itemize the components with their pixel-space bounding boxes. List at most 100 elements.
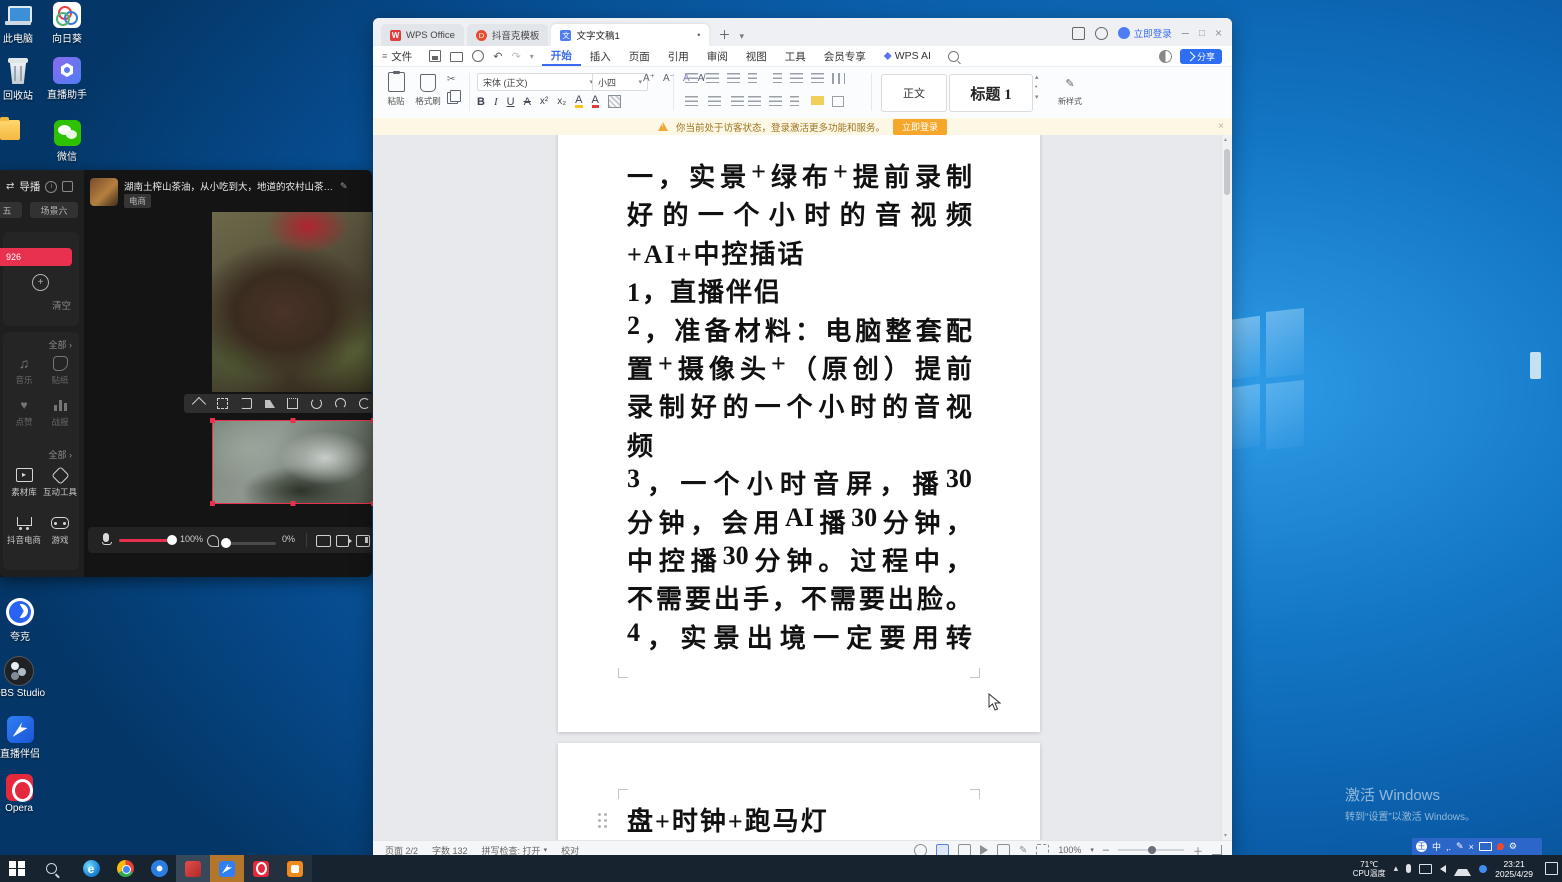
fullscreen-icon[interactable] bbox=[217, 398, 228, 409]
style-body[interactable]: 正文 bbox=[881, 74, 947, 112]
menu-page[interactable]: 页面 bbox=[620, 47, 659, 65]
taskbar-search-icon[interactable] bbox=[34, 855, 68, 882]
panel-toggle-icon[interactable] bbox=[356, 535, 370, 547]
italic-button[interactable]: I bbox=[494, 96, 498, 108]
ime-close-icon[interactable]: × bbox=[1469, 842, 1474, 852]
new-tab-button[interactable]: ＋ bbox=[712, 26, 736, 46]
tray-bluetooth-icon[interactable] bbox=[1479, 865, 1487, 873]
save-icon[interactable] bbox=[429, 50, 441, 62]
notification-center-icon[interactable] bbox=[1545, 862, 1558, 875]
new-style-button[interactable]: ✎ 新样式 bbox=[1053, 74, 1087, 107]
justify-icon[interactable] bbox=[746, 94, 763, 108]
taskbar-opera-icon[interactable] bbox=[244, 855, 278, 882]
underline-button[interactable]: U bbox=[507, 96, 515, 108]
tools-more-bottom[interactable]: 全部 › bbox=[48, 448, 72, 461]
zoom-slider-knob[interactable] bbox=[1148, 846, 1156, 854]
edit-title-icon[interactable]: ✎ bbox=[340, 181, 348, 192]
reset-icon[interactable] bbox=[359, 398, 370, 409]
align-left-icon[interactable] bbox=[683, 94, 700, 108]
ime-punctuation-icon[interactable]: ,. bbox=[1446, 842, 1451, 852]
layer-up-icon[interactable] bbox=[311, 398, 322, 409]
desktop-icon-opera[interactable]: Opera bbox=[0, 774, 48, 814]
ime-pen-icon[interactable]: ✎ bbox=[1456, 841, 1464, 852]
file-menu[interactable]: ≡文件 bbox=[373, 47, 421, 65]
menu-tools[interactable]: 工具 bbox=[776, 47, 815, 65]
menu-review[interactable]: 审阅 bbox=[698, 47, 737, 65]
export-icon[interactable] bbox=[472, 50, 484, 62]
bold-button[interactable]: B bbox=[477, 96, 485, 108]
taskbar-live-companion-icon[interactable] bbox=[210, 855, 244, 882]
tool-sticker[interactable]: 贴纸 bbox=[43, 354, 77, 386]
document-page-1[interactable]: 一，实景+绿布+提前录制 好的一个小时的音视频 +AI+中控插话 1，直播伴侣 … bbox=[558, 135, 1040, 732]
highlight-color-button[interactable]: A bbox=[575, 95, 582, 108]
menu-wps-ai[interactable]: WPS AI bbox=[875, 47, 940, 65]
menu-insert[interactable]: 插入 bbox=[581, 47, 620, 65]
menu-home[interactable]: 开始 bbox=[542, 46, 581, 66]
increase-font-icon[interactable]: A⁺ bbox=[643, 73, 655, 84]
close-button[interactable]: × bbox=[1215, 26, 1222, 40]
style-heading1[interactable]: 标题 1 bbox=[949, 74, 1033, 112]
preview-video-camera[interactable] bbox=[212, 420, 374, 504]
rotate-icon[interactable] bbox=[241, 398, 252, 409]
style-gallery-arrows[interactable]: ▴•▾ bbox=[1035, 75, 1039, 101]
ime-skin-icon[interactable] bbox=[1497, 843, 1504, 850]
taskbar-chrome-icon[interactable] bbox=[108, 855, 142, 882]
paragraph-drag-handle[interactable] bbox=[598, 813, 610, 829]
align-center-icon[interactable] bbox=[704, 94, 721, 108]
clear-button[interactable]: 清空 bbox=[52, 298, 71, 312]
minimize-button[interactable]: – bbox=[1182, 28, 1189, 38]
fullscreen-toggle-icon[interactable] bbox=[1212, 845, 1222, 855]
superscript-button[interactable]: x² bbox=[540, 96, 548, 107]
desktop-icon-quark[interactable]: 夸克 bbox=[0, 598, 49, 643]
border-icon[interactable] bbox=[830, 94, 847, 108]
tool-game[interactable]: 游戏 bbox=[43, 514, 77, 546]
camera-switch-icon[interactable] bbox=[336, 535, 349, 547]
monitor-volume-slider[interactable] bbox=[226, 542, 276, 545]
scene-tab-5[interactable]: 五 bbox=[0, 202, 22, 218]
desktop-icon-wechat[interactable]: 微信 bbox=[38, 120, 96, 163]
taskbar-orange-app-icon[interactable] bbox=[278, 855, 312, 882]
start-button[interactable] bbox=[0, 855, 34, 882]
print-icon[interactable] bbox=[450, 52, 463, 62]
paste-button[interactable]: 粘贴 bbox=[383, 72, 409, 107]
info-icon[interactable]: i bbox=[45, 181, 57, 193]
tools-more-top[interactable]: 全部 › bbox=[48, 338, 72, 351]
zoom-slider[interactable] bbox=[1118, 849, 1184, 851]
snapshot-icon[interactable] bbox=[316, 535, 331, 547]
edit-status-icon[interactable]: ✎ bbox=[1019, 845, 1027, 856]
desktop-icon-live-assistant[interactable]: 直播助手 bbox=[38, 57, 96, 101]
tray-network-icon[interactable] bbox=[1454, 862, 1471, 876]
distribute-icon[interactable] bbox=[767, 94, 784, 108]
preview-video-main[interactable] bbox=[212, 212, 372, 392]
menu-reference[interactable]: 引用 bbox=[659, 47, 698, 65]
taskbar-edge-icon[interactable]: e bbox=[74, 855, 108, 882]
format-painter-button[interactable]: 格式刷 bbox=[413, 72, 443, 107]
ime-logo-icon[interactable]: 王 bbox=[1416, 841, 1427, 852]
zoom-caret[interactable]: ▾ bbox=[1090, 846, 1094, 854]
scene-tab-6[interactable]: 场景六 bbox=[30, 202, 78, 218]
cpu-temp-widget[interactable]: 71℃ CPU温度 bbox=[1353, 860, 1386, 878]
layout-switch-icon[interactable] bbox=[1072, 27, 1085, 40]
expand-icon[interactable] bbox=[192, 396, 206, 410]
shading-button[interactable] bbox=[608, 95, 621, 108]
desktop-icon-folder[interactable] bbox=[0, 120, 20, 144]
spellcheck-caret[interactable]: ▾ bbox=[544, 846, 548, 854]
columns-icon[interactable] bbox=[830, 71, 847, 85]
font-color-button[interactable]: A bbox=[592, 95, 599, 108]
tool-like[interactable]: ♥ 点赞 bbox=[7, 396, 41, 428]
copy-icon[interactable] bbox=[447, 92, 458, 104]
decrease-indent-icon[interactable] bbox=[746, 71, 763, 85]
ime-chinese-mode-icon[interactable]: 中 bbox=[1432, 840, 1441, 853]
multilevel-list-icon[interactable] bbox=[725, 71, 742, 85]
zoom-value[interactable]: 100% bbox=[1058, 845, 1081, 855]
mic-volume-slider[interactable] bbox=[119, 539, 172, 542]
subscript-button[interactable]: x₂ bbox=[557, 96, 566, 107]
maximize-button[interactable]: □ bbox=[1199, 28, 1205, 39]
fill-color-icon[interactable] bbox=[809, 94, 826, 108]
share-button[interactable]: 分享 bbox=[1180, 49, 1222, 64]
tool-shop[interactable]: 抖音电商 bbox=[7, 514, 41, 546]
tool-music[interactable]: ♫ 音乐 bbox=[7, 354, 41, 386]
more-caret[interactable]: ▾ bbox=[530, 52, 534, 61]
align-right-icon[interactable] bbox=[725, 94, 742, 108]
tab-document-active[interactable]: 文 文字文稿1 • bbox=[551, 24, 709, 46]
